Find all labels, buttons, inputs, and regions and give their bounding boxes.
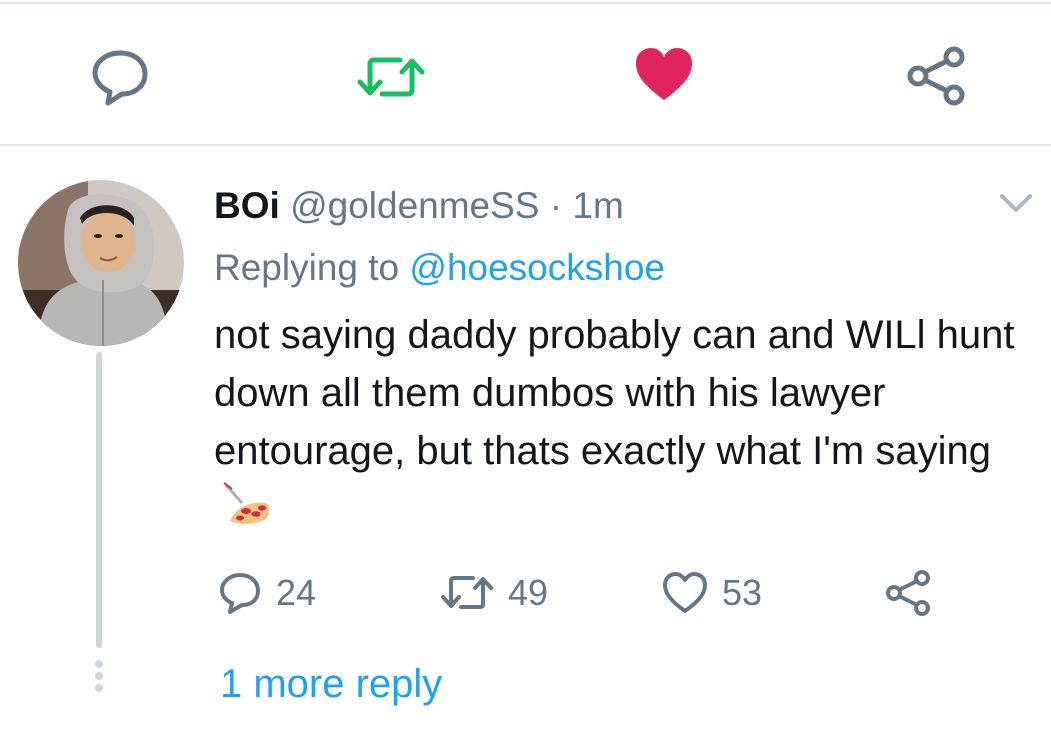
reply-icon (220, 573, 260, 614)
reply-count: 24 (276, 572, 317, 613)
header-separator: · (549, 185, 563, 226)
thread-dots (94, 660, 104, 696)
retweet-icon[interactable] (356, 54, 426, 100)
retweet-icon (441, 576, 493, 609)
reply-action[interactable]: 24 (218, 566, 316, 620)
tweet-header: BOi @goldenmeSS · 1m (214, 184, 624, 228)
section-divider (0, 144, 1051, 146)
avatar-image (18, 180, 184, 346)
share-icon[interactable] (906, 46, 968, 106)
like-count: 53 (722, 572, 763, 613)
replying-to-line: Replying to @hoesockshoe (214, 246, 665, 290)
tweet-text: not saying daddy probably can and WILl h… (214, 306, 1034, 541)
reply-tweet-actions: 24 49 53 (0, 566, 1051, 620)
display-name[interactable]: BOi (214, 185, 280, 226)
share-action[interactable] (884, 566, 932, 620)
share-icon (886, 570, 930, 616)
retweet-count: 49 (508, 572, 549, 613)
thread-dot (95, 660, 103, 668)
heart-outline-icon (663, 572, 707, 613)
heart-filled-icon[interactable] (634, 46, 694, 102)
avatar[interactable] (18, 180, 184, 346)
main-tweet-action-bar (0, 4, 1051, 144)
thread-dot (95, 684, 103, 692)
tweet-time[interactable]: 1m (572, 185, 623, 226)
thread-dot (95, 672, 103, 680)
chevron-down-icon[interactable] (998, 191, 1034, 215)
retweet-action[interactable]: 49 (440, 566, 548, 620)
like-action[interactable]: 53 (662, 566, 762, 620)
nail-polish-emoji-icon (222, 481, 272, 541)
reply-icon[interactable] (90, 48, 150, 106)
user-handle[interactable]: @goldenmeSS (290, 185, 539, 226)
replying-to-label: Replying to (214, 247, 400, 288)
replying-to-handle[interactable]: @hoesockshoe (409, 247, 665, 288)
tweet-body: not saying daddy probably can and WILl h… (214, 313, 1015, 473)
more-replies-link[interactable]: 1 more reply (220, 660, 442, 708)
